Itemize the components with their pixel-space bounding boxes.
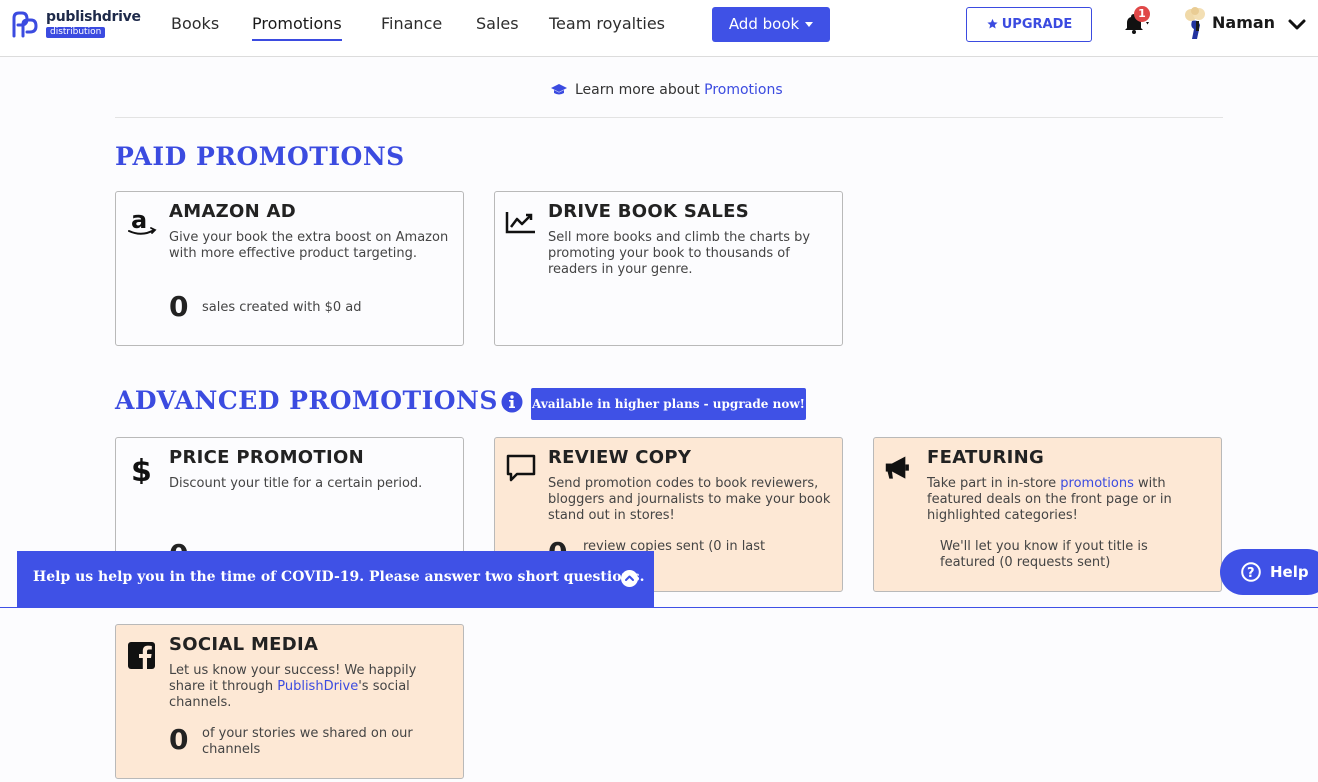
card-description: Send promotion codes to book reviewers, … — [548, 476, 831, 523]
question-icon: ? — [1241, 562, 1261, 582]
card-title: DRIVE BOOK SALES — [548, 201, 749, 222]
megaphone-icon — [885, 456, 909, 479]
nav-team-royalties[interactable]: Team royalties — [549, 13, 665, 41]
social-media-card[interactable]: SOCIAL MEDIA Let us know your success! W… — [115, 624, 464, 779]
upgrade-plans-badge[interactable]: Available in higher plans - upgrade now! — [531, 388, 806, 420]
drive-book-sales-card[interactable]: DRIVE BOOK SALES Sell more books and cli… — [494, 191, 843, 346]
divider — [115, 117, 1223, 118]
help-label: Help — [1270, 563, 1309, 581]
upgrade-button[interactable]: UPGRADE — [966, 7, 1092, 42]
logo-mark-icon — [12, 11, 38, 38]
advanced-promotions-title: ADVANCED PROMOTIONS — [115, 386, 498, 415]
upgrade-label: UPGRADE — [1001, 17, 1073, 32]
top-navbar: publishdrive distribution Books Promotio… — [0, 0, 1318, 57]
card-description: Sell more books and climb the charts by … — [548, 230, 811, 277]
info-icon[interactable] — [501, 391, 523, 413]
trending-up-icon — [505, 212, 535, 234]
sales-count: 0 — [169, 290, 189, 323]
avatar[interactable] — [1182, 7, 1210, 41]
nav-finance[interactable]: Finance — [381, 13, 442, 41]
graduation-cap-icon — [551, 84, 567, 95]
featuring-desc-prefix: Take part in in-store — [927, 476, 1057, 491]
card-description: Discount your title for a certain period… — [169, 476, 423, 491]
facebook-icon — [128, 642, 155, 669]
learn-more: Learn more about Promotions — [550, 81, 783, 99]
add-book-label: Add book — [728, 15, 800, 33]
featuring-card[interactable]: FEATURING Take part in in-store promotio… — [873, 437, 1222, 592]
sales-stat: sales created with $0 ad — [202, 300, 362, 315]
notification-badge: 1 — [1134, 6, 1150, 22]
featuring-stat: We'll let you know if yout title is feat… — [940, 539, 1148, 570]
card-title: FEATURING — [927, 447, 1045, 468]
help-button[interactable]: ? Help — [1220, 549, 1318, 595]
learn-more-link[interactable]: Promotions — [704, 82, 783, 98]
svg-text:?: ? — [1247, 566, 1255, 581]
publishdrive-link[interactable]: PublishDrive — [277, 679, 358, 694]
add-book-button[interactable]: Add book — [712, 7, 830, 42]
paid-promotions-title: PAID PROMOTIONS — [115, 142, 405, 171]
amazon-ad-card[interactable]: a AMAZON AD Give your book the extra boo… — [115, 191, 464, 346]
svg-text:a: a — [131, 206, 147, 234]
card-description: Give your book the extra boost on Amazon… — [169, 230, 449, 261]
covid-banner-text: Help us help you in the time of COVID-19… — [33, 569, 645, 585]
promotions-link[interactable]: promotions — [1060, 476, 1134, 491]
card-description: Take part in in-store promotions with fe… — [927, 476, 1212, 524]
caret-down-icon — [805, 22, 814, 27]
amazon-icon: a — [128, 206, 157, 235]
user-name[interactable]: Naman — [1212, 13, 1275, 32]
chevron-up-icon[interactable] — [621, 570, 638, 587]
logo-badge: distribution — [46, 27, 106, 38]
chevron-down-icon[interactable] — [1287, 14, 1307, 34]
svg-text:$: $ — [131, 454, 152, 484]
card-title: REVIEW COPY — [548, 447, 692, 468]
nav-promotions[interactable]: Promotions — [252, 13, 342, 41]
dollar-icon: $ — [131, 454, 152, 484]
nav-sales[interactable]: Sales — [476, 13, 519, 41]
covid-banner[interactable]: Help us help you in the time of COVID-19… — [17, 551, 654, 607]
star-sparkle-icon — [987, 18, 998, 29]
card-title: AMAZON AD — [169, 201, 297, 222]
nav-books[interactable]: Books — [171, 13, 219, 41]
logo-text: publishdrive — [46, 9, 141, 25]
stories-stat: of your stories we shared on our channel… — [202, 726, 413, 757]
card-title: PRICE PROMOTION — [169, 447, 364, 468]
speech-bubble-icon — [506, 454, 536, 482]
learn-more-prefix: Learn more about — [575, 82, 700, 98]
covid-banner-line — [0, 607, 1318, 608]
card-description: Let us know your success! We happily sha… — [169, 663, 454, 711]
publishdrive-logo[interactable]: publishdrive distribution — [10, 8, 141, 40]
stories-count: 0 — [169, 723, 189, 756]
card-title: SOCIAL MEDIA — [169, 634, 319, 655]
